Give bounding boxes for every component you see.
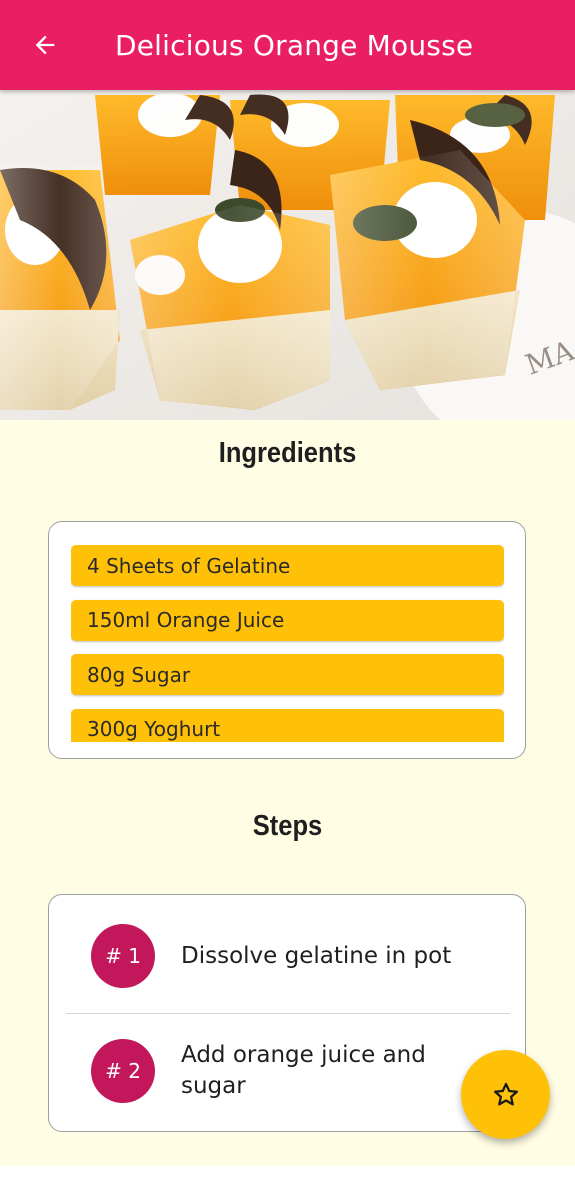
ingredient-item: 300g Yoghurt — [71, 708, 504, 742]
back-button[interactable] — [20, 20, 70, 70]
star-outline-icon — [493, 1082, 518, 1105]
ingredient-item: 150ml Orange Juice — [71, 599, 504, 641]
step-number-badge: # 1 — [91, 924, 155, 988]
recipe-image: MA — [0, 90, 575, 420]
arrow-back-icon — [35, 35, 55, 55]
steps-heading: Steps — [252, 810, 323, 842]
ingredient-item: 4 Sheets of Gelatine — [71, 545, 504, 586]
steps-card: # 1 Dissolve gelatine in pot # 2 Add ora… — [48, 894, 526, 1132]
step-row: # 1 Dissolve gelatine in pot — [49, 895, 525, 1013]
step-text: Dissolve gelatine in pot — [181, 943, 452, 969]
page-title: Delicious Orange Mousse — [115, 29, 474, 62]
step-row: # 2 Add orange juice and sugar — [49, 1014, 525, 1131]
ingredients-list[interactable]: 4 Sheets of Gelatine 150ml Orange Juice … — [71, 545, 504, 742]
ingredient-item: 80g Sugar — [71, 654, 504, 695]
step-number-badge: # 2 — [91, 1039, 155, 1103]
ingredients-heading: Ingredients — [218, 437, 357, 469]
step-text: Add orange juice and sugar — [181, 1042, 426, 1099]
recipe-detail-screen: Delicious Orange Mousse MA Ingredients 4… — [0, 0, 575, 1166]
ingredients-card: 4 Sheets of Gelatine 150ml Orange Juice … — [48, 521, 526, 759]
app-bar: Delicious Orange Mousse — [0, 0, 575, 90]
favorite-button[interactable] — [461, 1050, 550, 1139]
